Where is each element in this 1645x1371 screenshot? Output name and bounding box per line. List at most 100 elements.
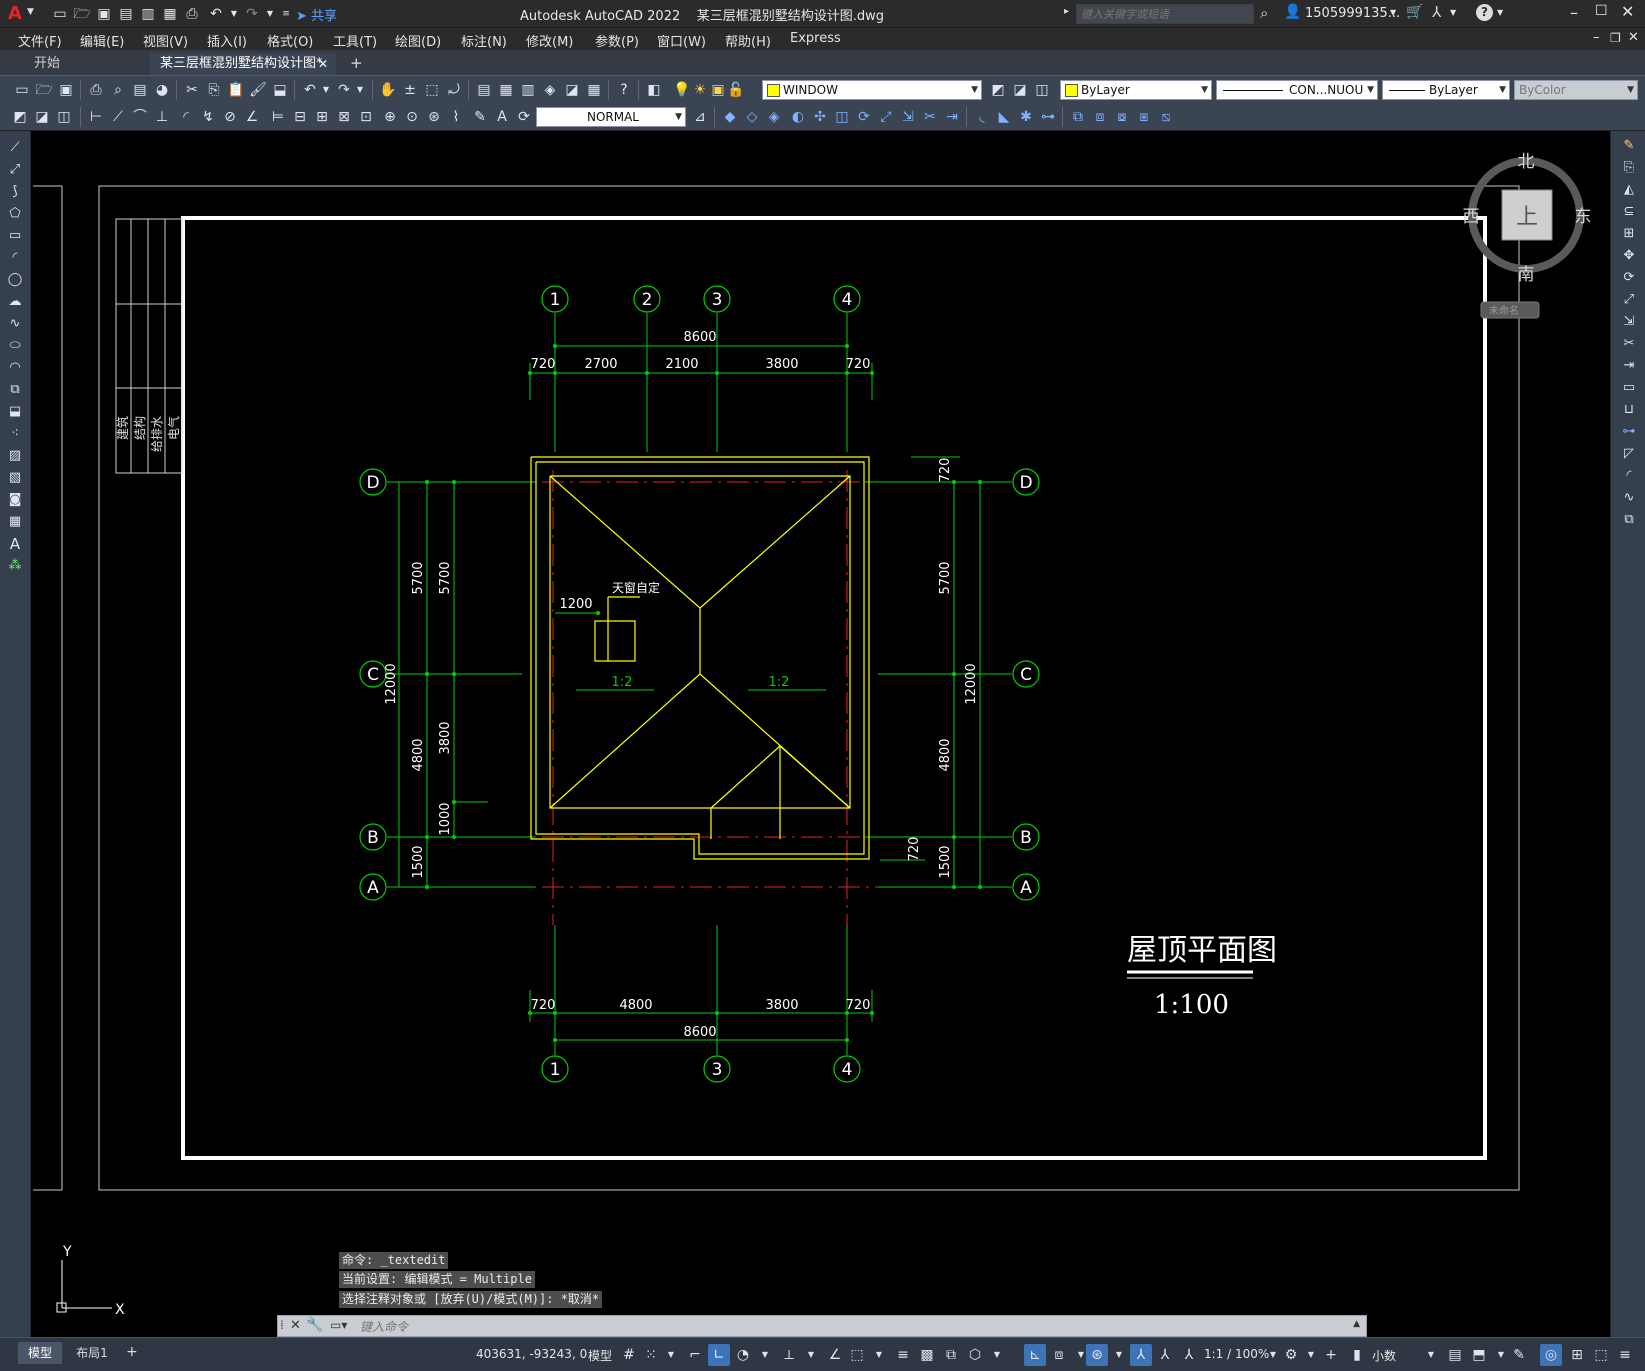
dim-angular-icon[interactable]: ∠	[242, 107, 262, 127]
plotstyle-dropdown[interactable]: ByColor ▼	[1514, 80, 1638, 100]
layer-lock-icon[interactable]: 🔓	[726, 80, 746, 100]
linetype-dropdown[interactable]: CON...NUOU ▼	[1216, 80, 1378, 100]
layout-tab-layout1[interactable]: 布局1	[66, 1342, 118, 1364]
scale-icon[interactable]: ⤢	[1619, 291, 1639, 309]
new-tab-icon[interactable]: +	[350, 54, 363, 72]
grid-icon[interactable]: #	[618, 1344, 640, 1366]
menu-insert[interactable]: 插入(I)	[207, 31, 247, 50]
modify-scale-icon[interactable]: ⤢	[876, 107, 896, 127]
isodraft-icon[interactable]: ⟂	[778, 1344, 800, 1366]
dim-edit-icon[interactable]: ✎	[470, 107, 490, 127]
customize-qat-icon[interactable]: ≡	[276, 4, 296, 24]
modify-copy-icon[interactable]: ◇	[742, 107, 762, 127]
publish-3d-icon[interactable]: ◕	[152, 80, 172, 100]
center-mark-icon[interactable]: ⊙	[402, 107, 422, 127]
annotation-scale-icon[interactable]: ⅄	[1178, 1344, 1200, 1366]
paste-icon[interactable]: 📋	[226, 80, 246, 100]
dim-radius-icon[interactable]: ◜	[176, 107, 196, 127]
modify-array-icon[interactable]: ✣	[810, 107, 830, 127]
selection-filter-icon[interactable]: ⧈	[1048, 1344, 1070, 1366]
inspection-icon[interactable]: ⊛	[424, 107, 444, 127]
transparency-icon[interactable]: ▩	[916, 1344, 938, 1366]
snap-dropdown-icon[interactable]: ▼	[660, 1344, 682, 1366]
modify-rotate-icon[interactable]: ⟳	[854, 107, 874, 127]
menu-express[interactable]: Express	[790, 31, 841, 46]
draworder-above-icon[interactable]: ⧇	[1112, 107, 1132, 127]
layer-walk-icon[interactable]: ◫	[54, 107, 74, 127]
menu-modify[interactable]: 修改(M)	[526, 31, 573, 50]
menu-parametric[interactable]: 参数(P)	[595, 31, 639, 50]
modify-explode-icon[interactable]: ✱	[1016, 107, 1036, 127]
fullscreen-icon[interactable]: ⬚	[1590, 1344, 1612, 1366]
ellipse-icon[interactable]: ⬭	[5, 337, 25, 355]
cut-icon[interactable]: ✂	[182, 80, 202, 100]
add-layout-icon[interactable]: +	[126, 1344, 138, 1360]
blend-curves-icon[interactable]: ∿	[1619, 489, 1639, 507]
lock-ui-icon[interactable]: ⬒	[1468, 1344, 1490, 1366]
modify-erase-icon[interactable]: ◆	[720, 107, 740, 127]
offset-icon[interactable]: ⊆	[1619, 203, 1639, 221]
command-history-toggle-icon[interactable]: ▲	[1353, 1319, 1360, 1329]
new-file-icon[interactable]: ▭	[50, 4, 70, 24]
textstyle-dropdown[interactable]: NORMAL ▼	[536, 107, 686, 127]
array-icon[interactable]: ⊞	[1619, 225, 1639, 243]
command-prompt-icon[interactable]: ▭▾	[330, 1318, 347, 1332]
table-icon[interactable]: ▦	[5, 513, 25, 531]
layer-on-icon[interactable]: 💡	[672, 80, 692, 100]
jogged-linear-icon[interactable]: ⌇	[446, 107, 466, 127]
customization-icon[interactable]: ≡	[1614, 1344, 1636, 1366]
draworder-text-icon[interactable]: ⧅	[1156, 107, 1176, 127]
command-customize-icon[interactable]: 🔧	[306, 1317, 323, 1333]
layer-viewport-icon[interactable]: ▣	[708, 80, 728, 100]
layer-iso-icon[interactable]: ◪	[32, 107, 52, 127]
lineweight-dropdown[interactable]: ByLayer ▼	[1382, 80, 1510, 100]
hatch-icon[interactable]: ▨	[5, 447, 25, 465]
block-editor-icon[interactable]: ⬓	[270, 80, 290, 100]
region-icon[interactable]: ◙	[5, 491, 25, 509]
construction-line-icon[interactable]: ⤢	[5, 161, 25, 179]
sheet-set-icon[interactable]: ◈	[540, 80, 560, 100]
undo-icon[interactable]: ↶	[206, 4, 226, 24]
units-dropdown-icon[interactable]: ▼	[1420, 1344, 1442, 1366]
markup-icon[interactable]: ◪	[562, 80, 582, 100]
modify-move-icon[interactable]: ◫	[832, 107, 852, 127]
viewcube[interactable]	[1468, 157, 1584, 319]
drawing-canvas[interactable]: 建筑 结构 给排水 电气 1 2 3 4 1 3 4 D C B A D C B…	[31, 131, 1610, 1337]
autocad-logo-icon[interactable]: A	[8, 3, 22, 24]
gizmo-dropdown-icon[interactable]: ▼	[1108, 1344, 1130, 1366]
chamfer-icon[interactable]: ◸	[1619, 445, 1639, 463]
coordinates[interactable]: 403631, -93243, 0	[476, 1347, 587, 1361]
menu-help[interactable]: 帮助(H)	[725, 31, 771, 50]
mirror-icon[interactable]: ◭	[1619, 181, 1639, 199]
ortho-icon[interactable]: ∟	[708, 1344, 730, 1366]
redo-icon[interactable]: ↷	[242, 4, 262, 24]
zoom-realtime-icon[interactable]: ±	[400, 80, 420, 100]
spline-icon[interactable]: ∿	[5, 315, 25, 333]
circle-icon[interactable]: ◯	[5, 271, 25, 289]
rotate-icon[interactable]: ⟳	[1619, 269, 1639, 287]
ellipse-arc-icon[interactable]: ◠	[5, 359, 25, 377]
color-dropdown[interactable]: ByLayer ▼	[1060, 80, 1212, 100]
tab-drawing[interactable]: 某三层框混别墅结构设计图* ✕	[150, 53, 336, 75]
layer-previous-icon[interactable]: ◪	[1010, 80, 1030, 100]
layout-tab-model[interactable]: 模型	[18, 1342, 62, 1364]
make-block-icon[interactable]: ⬓	[5, 403, 25, 421]
plot-icon[interactable]: ⎙	[182, 4, 202, 24]
maximize-icon[interactable]: ☐	[1595, 3, 1608, 19]
hardware-acceleration-icon[interactable]: ◎	[1540, 1344, 1562, 1366]
3d-osnap-dropdown-icon[interactable]: ▼	[986, 1344, 1008, 1366]
object-snap-tracking-icon[interactable]: ∠	[824, 1344, 846, 1366]
make-current-icon[interactable]: ◩	[988, 80, 1008, 100]
dim-jogged-icon[interactable]: ↯	[198, 107, 218, 127]
qnew-icon[interactable]: ▭	[12, 80, 32, 100]
workspace-icon[interactable]: ⚙	[1280, 1344, 1302, 1366]
annotation-monitor-icon[interactable]: +	[1320, 1344, 1342, 1366]
dim-diameter-icon[interactable]: ⊘	[220, 107, 240, 127]
connect-dropdown-icon[interactable]: ▼	[1450, 8, 1456, 17]
break-point-icon[interactable]: ▭	[1619, 379, 1639, 397]
selection-cycling-icon[interactable]: ⧉	[940, 1344, 962, 1366]
user-icon[interactable]: 👤	[1284, 4, 1301, 20]
menu-dimension[interactable]: 标注(N)	[461, 31, 507, 50]
dim-linear-icon[interactable]: ⊢	[86, 107, 106, 127]
open-web-icon[interactable]: ▥	[138, 4, 158, 24]
